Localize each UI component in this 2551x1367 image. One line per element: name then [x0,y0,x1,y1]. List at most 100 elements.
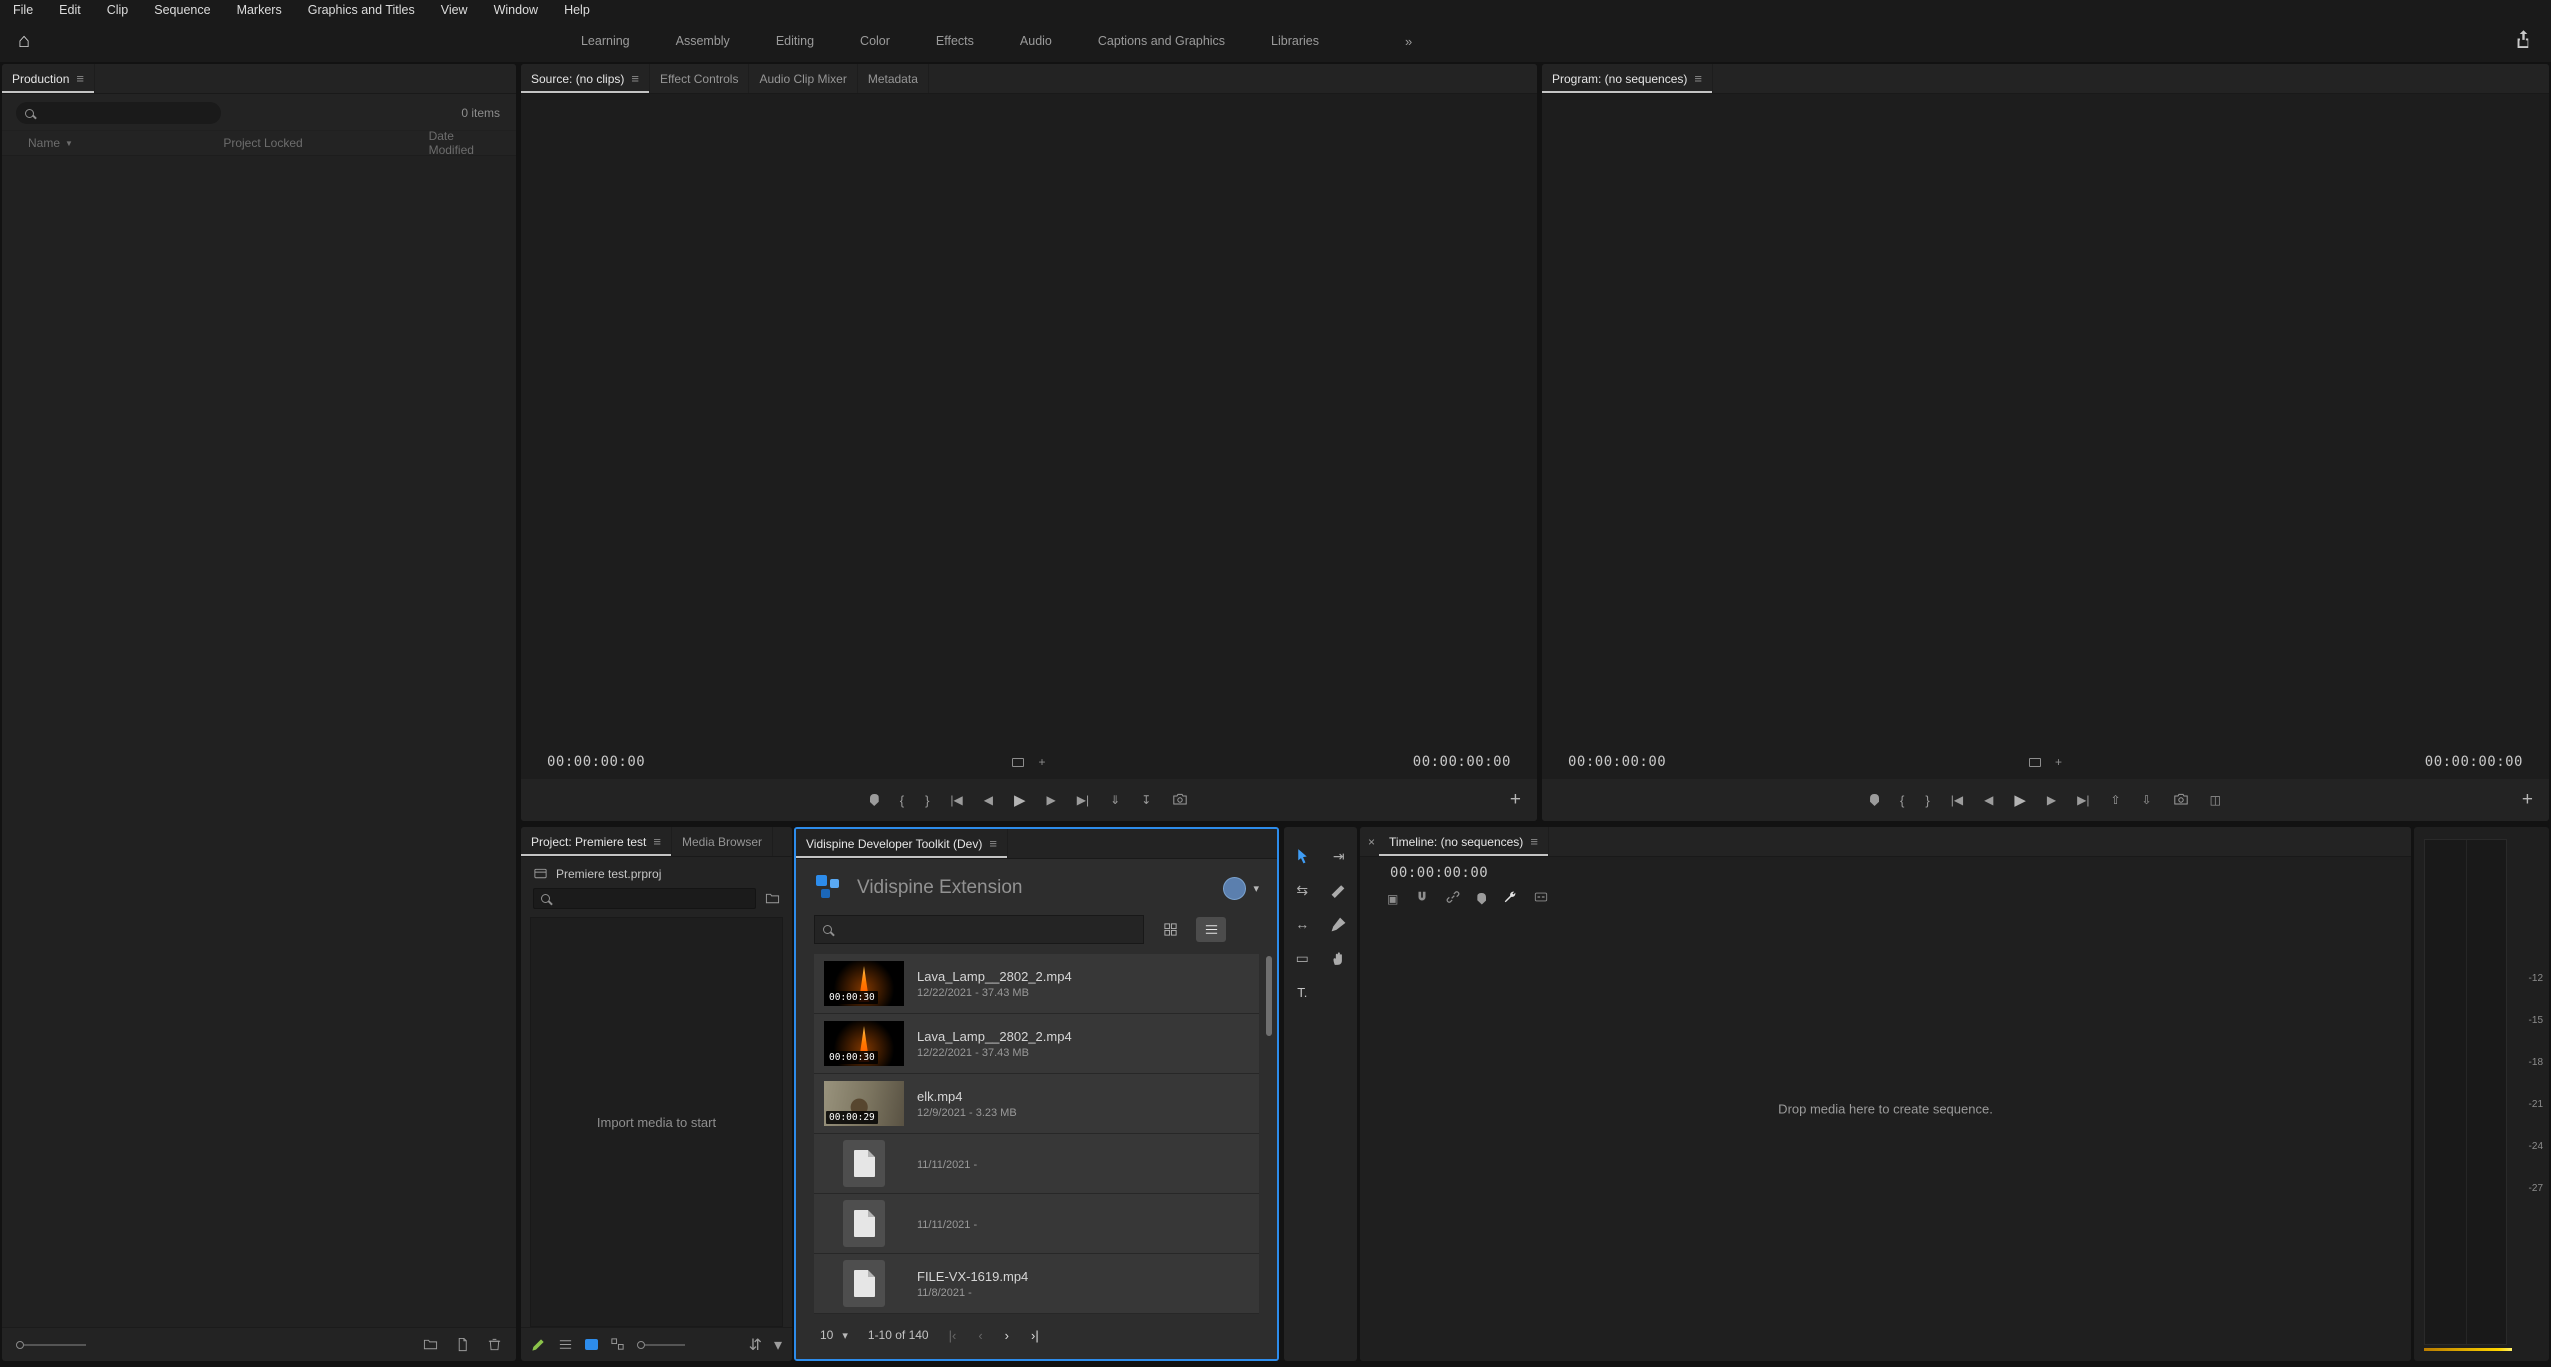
source-viewer[interactable] [521,94,1537,745]
tab-media-browser[interactable]: Media Browser [672,827,773,856]
mark-out-icon[interactable]: } [1925,793,1929,808]
panel-menu-icon[interactable]: ≡ [631,71,639,86]
user-avatar[interactable] [1223,877,1246,900]
home-icon[interactable]: ⌂ [18,31,30,51]
sort-icons-icon[interactable]: ⇵ [749,1335,762,1355]
program-viewer[interactable] [1542,94,2549,745]
playback-resolution-icon[interactable]: + [2055,755,2062,769]
extract-icon[interactable]: ⇩ [2142,793,2152,807]
menu-clip[interactable]: Clip [107,3,129,17]
track-select-forward-tool[interactable]: ⇥ [1321,839,1358,873]
go-to-out-icon[interactable]: ▶| [1077,793,1089,807]
menu-help[interactable]: Help [564,3,590,17]
button-editor-icon[interactable]: + [2522,789,2533,811]
timeline-playhead-timecode[interactable]: 00:00:00:00 [1390,865,1488,881]
menu-window[interactable]: Window [494,3,538,17]
rectangle-tool[interactable]: ▭ [1284,941,1321,975]
new-bin-icon[interactable] [423,1337,438,1352]
panel-menu-icon[interactable]: ≡ [1694,71,1702,86]
production-search-input[interactable] [16,102,221,124]
tab-effect-controls[interactable]: Effect Controls [650,64,749,93]
slip-tool[interactable]: ↔ [1284,907,1321,941]
panel-menu-icon[interactable]: ≡ [653,834,661,849]
tab-metadata[interactable]: Metadata [858,64,929,93]
zoom-level-select-icon[interactable] [2029,758,2041,767]
new-item-icon[interactable] [455,1337,470,1352]
first-page-icon[interactable]: |‹ [949,1328,957,1343]
menu-sequence[interactable]: Sequence [154,3,210,17]
export-frame-icon[interactable] [1172,791,1188,810]
menu-file[interactable]: File [13,3,33,17]
source-playhead-timecode[interactable]: 00:00:00:00 [547,754,645,770]
add-marker-icon[interactable] [870,794,879,806]
captions-icon[interactable] [1534,890,1548,907]
ripple-edit-tool[interactable]: ⇆ [1284,873,1321,907]
hand-tool[interactable] [1321,941,1358,975]
column-project-locked[interactable]: Project Locked [223,136,428,150]
tab-timeline[interactable]: Timeline: (no sequences) ≡ [1379,827,1549,856]
vidispine-search-input[interactable] [814,915,1144,944]
mark-in-icon[interactable]: { [1900,793,1904,808]
tab-project[interactable]: Project: Premiere test ≡ [521,827,672,856]
comparison-view-icon[interactable]: ◫ [2210,793,2221,807]
workspace-audio[interactable]: Audio [1020,34,1052,48]
export-frame-icon[interactable] [2173,791,2189,810]
step-back-icon[interactable]: ◀ [1984,793,1993,807]
panel-menu-icon[interactable]: ≡ [989,836,997,851]
workspace-assembly[interactable]: Assembly [676,34,730,48]
quick-export-icon[interactable] [2514,29,2533,53]
snap-magnet-icon[interactable] [1415,890,1429,907]
tab-program[interactable]: Program: (no sequences) ≡ [1542,64,1713,93]
button-editor-icon[interactable]: + [1510,789,1521,811]
media-list-item[interactable]: 11/11/2021 - [814,1194,1259,1254]
avatar-menu-caret-icon[interactable]: ▾ [1253,882,1259,895]
step-forward-icon[interactable]: ▶ [1047,793,1056,807]
list-view-icon[interactable] [1196,917,1226,942]
menu-view[interactable]: View [441,3,468,17]
lift-icon[interactable]: ⇧ [2110,793,2120,807]
pen-tool[interactable] [1321,907,1358,941]
previous-page-icon[interactable]: ‹ [978,1328,982,1343]
chevron-down-icon[interactable]: ▾ [774,1335,782,1355]
filter-bin-icon[interactable] [765,891,780,906]
program-playhead-timecode[interactable]: 00:00:00:00 [1568,754,1666,770]
type-tool[interactable]: T. [1284,975,1321,1009]
thumbnail-zoom-slider[interactable] [16,1341,86,1349]
mark-out-icon[interactable]: } [925,793,929,808]
timeline-area[interactable]: 00:00:00:00 ▣ Drop media here to create … [1360,857,2411,1361]
go-to-in-icon[interactable]: |◀ [1951,793,1963,807]
play-icon[interactable]: ▶ [2014,791,2026,809]
icon-view-icon[interactable] [585,1339,598,1350]
column-date-modified[interactable]: Date Modified [429,129,502,157]
go-to-out-icon[interactable]: ▶| [2077,793,2089,807]
workspace-libraries[interactable]: Libraries [1271,34,1319,48]
workspace-editing[interactable]: Editing [776,34,814,48]
project-writable-pencil-icon[interactable] [531,1337,546,1352]
media-list-item[interactable]: 00:00:30 Lava_Lamp__2802_2.mp4 12/22/202… [814,1014,1259,1074]
workspace-color[interactable]: Color [860,34,890,48]
overwrite-icon[interactable]: ↧ [1141,793,1151,807]
workspace-learning[interactable]: Learning [581,34,630,48]
column-name[interactable]: Name ▼ [28,136,223,150]
panel-menu-icon[interactable]: ≡ [76,71,84,86]
project-file-row[interactable]: Premiere test.prproj [521,857,792,886]
tab-vidispine-toolkit[interactable]: Vidispine Developer Toolkit (Dev) ≡ [796,829,1008,858]
go-to-in-icon[interactable]: |◀ [950,793,962,807]
nest-toggle-icon[interactable]: ▣ [1387,892,1398,906]
tab-production[interactable]: Production ≡ [2,64,95,93]
selection-tool[interactable] [1284,839,1321,873]
project-search-input[interactable] [533,888,756,909]
production-list-area[interactable] [2,156,516,1327]
workspace-overflow-chevron[interactable]: » [1405,34,1412,49]
panel-menu-icon[interactable]: ≡ [1530,834,1538,849]
insert-icon[interactable]: ⇓ [1110,793,1120,807]
thumbnail-zoom-slider[interactable] [637,1341,685,1349]
tab-source[interactable]: Source: (no clips) ≡ [521,64,650,93]
workspace-effects[interactable]: Effects [936,34,974,48]
mark-in-icon[interactable]: { [900,793,904,808]
zoom-level-select-icon[interactable] [1012,758,1024,767]
last-page-icon[interactable]: ›| [1031,1328,1039,1343]
freeform-view-icon[interactable] [610,1337,625,1352]
page-size-select[interactable]: 10 ▾ [820,1328,848,1342]
close-panel-icon[interactable]: × [1360,827,1379,856]
